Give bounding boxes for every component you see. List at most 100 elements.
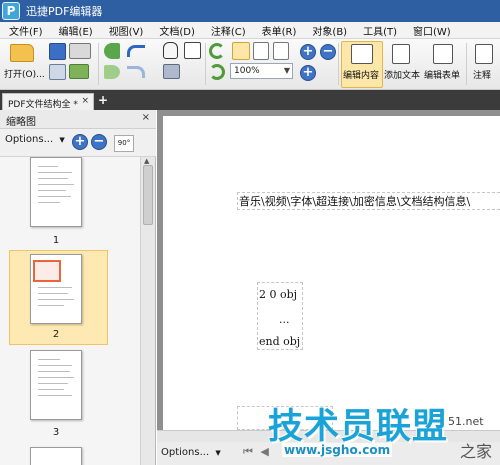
document-tab[interactable]: PDF文件结构全 * ×: [2, 93, 94, 110]
page-number: 3: [52, 427, 60, 438]
hand-tool-icon[interactable]: [163, 42, 178, 59]
view-options-label: Options...: [161, 447, 210, 458]
menu-file[interactable]: 文件(F): [0, 23, 50, 38]
document-endobj-line: end obj: [259, 335, 301, 348]
edit-form-button[interactable]: 编辑表单: [424, 68, 460, 81]
view-options-button[interactable]: Options... ▼: [161, 447, 221, 458]
text-line: [38, 178, 68, 179]
page-back-icon[interactable]: [104, 43, 120, 59]
page-navigation[interactable]: ⏮ ◀: [243, 445, 271, 459]
page-thumbnail[interactable]: [30, 350, 82, 420]
document-obj-line: 2 0 obj: [259, 288, 298, 301]
text-line: [38, 299, 74, 300]
title-bar: P 迅捷PDF编辑器: [0, 0, 500, 22]
text-line: [38, 359, 60, 360]
pdf-page: 音乐\视频\字体\超连接\加密信息\文档结构信息\ 2 0 obj ... en…: [163, 116, 500, 434]
menu-tools[interactable]: 工具(T): [354, 23, 404, 38]
annotate-button[interactable]: 注释: [473, 68, 491, 81]
fit-page-icon[interactable]: [253, 42, 269, 60]
text-line: [38, 184, 74, 185]
menu-edit[interactable]: 编辑(E): [50, 23, 100, 38]
app-logo-icon: P: [2, 2, 20, 20]
watermark-logo: 技术员联盟: [268, 407, 449, 447]
text-line: [38, 166, 58, 167]
watermark-side-text: 之家: [460, 442, 493, 461]
zoom-out-icon[interactable]: −: [320, 44, 336, 60]
open-folder-icon[interactable]: [10, 44, 34, 62]
add-text-icon[interactable]: [392, 44, 410, 64]
document-ellipsis: ...: [279, 313, 290, 326]
page-forward-icon[interactable]: [104, 65, 120, 79]
menu-form[interactable]: 表单(R): [253, 23, 304, 38]
zoom-in-icon[interactable]: +: [300, 44, 316, 60]
annotate-icon[interactable]: [475, 44, 493, 64]
toolbar-separator: [338, 43, 339, 85]
menu-document[interactable]: 文档(D): [150, 23, 202, 38]
page-number: 2: [52, 329, 60, 340]
menu-view[interactable]: 视图(V): [100, 23, 151, 38]
thumbnail-panel: 缩略图 × Options... ▼ + − 90° 1 2 3 ▲: [0, 110, 156, 465]
rotate-counter-icon[interactable]: [209, 64, 225, 80]
text-line: [38, 202, 60, 203]
chevron-down-icon: ▼: [215, 449, 221, 457]
zoom-in-icon[interactable]: +: [72, 134, 88, 150]
scan-icon[interactable]: [49, 64, 66, 80]
zoom-select[interactable]: 100% ▼: [230, 63, 293, 79]
text-line: [38, 196, 71, 197]
text-line: [38, 377, 74, 378]
text-line: [38, 190, 66, 191]
save-icon[interactable]: [49, 43, 66, 60]
new-tab-button[interactable]: +: [97, 93, 109, 107]
open-button[interactable]: 打开(O)...: [4, 67, 45, 80]
text-line: [38, 395, 72, 396]
thumbnail-scrollbar[interactable]: ▲: [140, 157, 155, 465]
options-label: Options...: [5, 134, 54, 145]
scroll-up-icon[interactable]: ▲: [144, 157, 149, 165]
close-icon[interactable]: ×: [142, 112, 150, 123]
email-icon[interactable]: [69, 64, 89, 79]
text-line: [38, 389, 64, 390]
watermark-side-text: 51.net: [448, 415, 484, 428]
panel-title: 缩略图: [6, 117, 36, 128]
text-line: [38, 305, 64, 306]
text-line: [38, 293, 68, 294]
thumbnail-list: 1 2 3: [0, 157, 140, 465]
rotate-icon[interactable]: [209, 43, 225, 59]
text-line: [38, 365, 72, 366]
close-icon[interactable]: ×: [81, 96, 89, 106]
menu-bar: 文件(F) 编辑(E) 视图(V) 文档(D) 注释(C) 表单(R) 对象(B…: [0, 22, 500, 39]
selection-marker: [33, 260, 61, 282]
scroll-thumb[interactable]: [143, 165, 153, 225]
page-thumbnail[interactable]: [30, 254, 82, 324]
edit-form-icon[interactable]: [433, 44, 453, 64]
text-line: [38, 383, 68, 384]
redo-icon[interactable]: [127, 66, 145, 78]
add-text-button[interactable]: 添加文本: [384, 68, 420, 81]
panel-header: 缩略图 ×: [0, 110, 156, 129]
fit-width-icon[interactable]: [273, 42, 289, 60]
zoom-icon[interactable]: +: [300, 65, 316, 81]
menu-window[interactable]: 窗口(W): [404, 23, 458, 38]
page-number: 1: [52, 235, 60, 246]
chevron-down-icon: ▼: [283, 66, 290, 75]
menu-comment[interactable]: 注释(C): [202, 23, 253, 38]
text-line: [38, 172, 72, 173]
toolbar-separator: [98, 43, 99, 85]
chevron-down-icon: ▼: [59, 136, 65, 144]
document-text-line: 音乐\视频\字体\超连接\加密信息\文档结构信息\: [239, 195, 471, 208]
document-tab-label: PDF文件结构全 *: [8, 100, 78, 110]
select-text-icon[interactable]: [184, 42, 201, 59]
menu-object[interactable]: 对象(B): [303, 23, 354, 38]
page-thumbnail[interactable]: [30, 157, 82, 227]
undo-icon[interactable]: [127, 45, 145, 57]
rotate-page-button[interactable]: 90°: [114, 135, 134, 152]
snapshot-icon[interactable]: [163, 64, 180, 79]
toolbar-separator: [205, 43, 206, 85]
print-icon[interactable]: [69, 43, 91, 59]
text-line: [38, 371, 70, 372]
zoom-out-icon[interactable]: −: [91, 134, 107, 150]
options-button[interactable]: Options... ▼: [5, 134, 65, 145]
actual-size-icon[interactable]: [232, 42, 250, 60]
watermark-url: www.jsgho.com: [282, 443, 393, 457]
page-thumbnail[interactable]: [30, 447, 82, 465]
